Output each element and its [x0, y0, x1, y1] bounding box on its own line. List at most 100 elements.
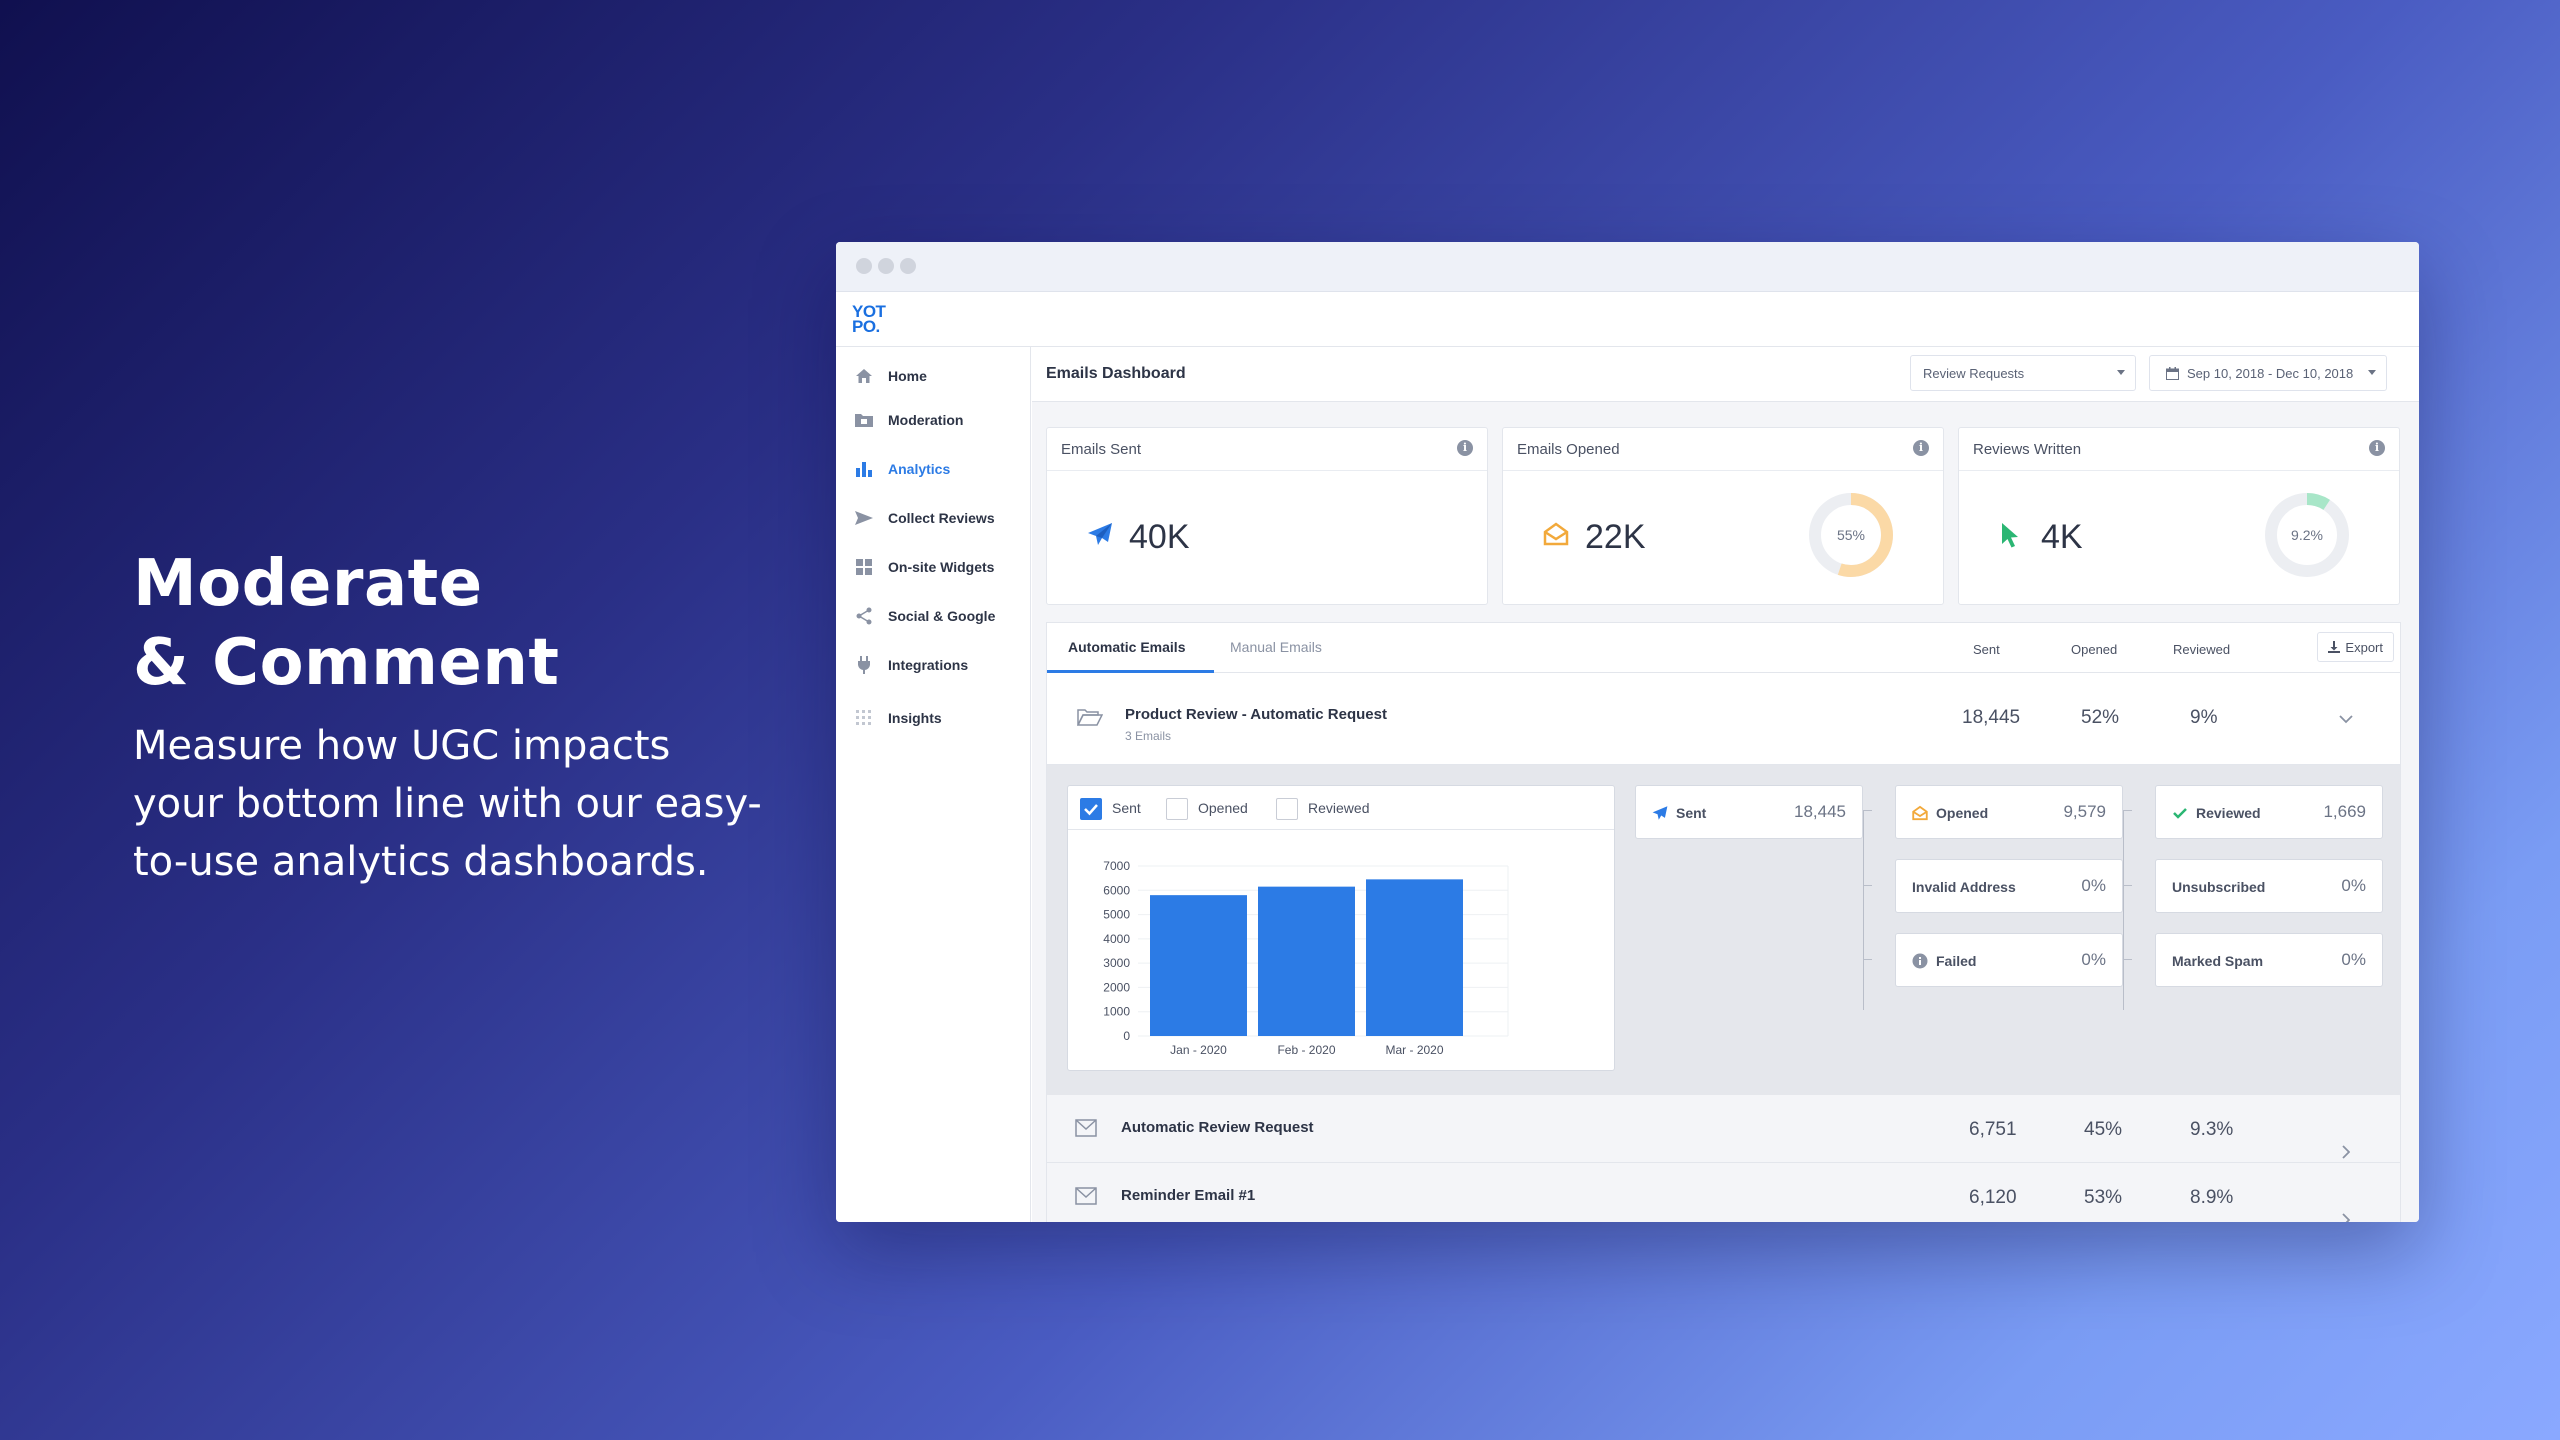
main-content: Emails Dashboard Review Requests Sep 10,… — [1032, 347, 2419, 1222]
info-icon[interactable]: i — [1913, 440, 1929, 456]
sidebar-item-label: Moderation — [888, 412, 964, 428]
sidebar-item-analytics[interactable]: Analytics — [854, 454, 1024, 484]
sidebar-item-onsite-widgets[interactable]: On-site Widgets — [854, 552, 1024, 582]
sidebar-item-integrations[interactable]: Integrations — [854, 650, 1024, 680]
sidebar-item-social-google[interactable]: Social & Google — [854, 601, 1024, 631]
app-window: YOT PO. Home Moderation Analytics Collec… — [836, 242, 2419, 1222]
open-envelope-icon — [1543, 522, 1571, 550]
request-type-dropdown[interactable]: Review Requests — [1910, 355, 2136, 391]
stat-label: Sent — [1676, 805, 1707, 821]
folder-open-icon — [1076, 707, 1104, 732]
email-sent-value: 6,751 — [1969, 1119, 2017, 1140]
yotpo-logo[interactable]: YOT PO. — [852, 303, 886, 336]
card-title: Emails Opened — [1517, 441, 1620, 458]
stat-label: Opened — [1936, 805, 1989, 821]
legend-label-opened: Opened — [1198, 800, 1248, 816]
email-group-row[interactable]: Product Review - Automatic Request 3 Ema… — [1047, 673, 2400, 765]
sidebar-item-collect-reviews[interactable]: Collect Reviews — [854, 503, 1024, 533]
stat-failed: Failed 0% — [1895, 933, 2123, 987]
window-close-dot[interactable] — [856, 258, 872, 274]
card-value: 4K — [2041, 518, 2083, 556]
opened-checkbox[interactable] — [1166, 798, 1188, 820]
info-icon[interactable]: i — [2369, 440, 2385, 456]
stat-label: Failed — [1936, 953, 1977, 969]
chart-legend: Sent Opened Reviewed — [1068, 786, 1614, 830]
date-range-value: Sep 10, 2018 - Dec 10, 2018 — [2187, 365, 2354, 381]
stat-invalid-address: Invalid Address 0% — [1895, 859, 2123, 913]
sidebar-item-label: Collect Reviews — [888, 510, 995, 526]
logo-line2: PO. — [852, 317, 880, 336]
y-tick-label: 3000 — [1103, 956, 1130, 970]
y-tick-label: 1000 — [1103, 1005, 1130, 1019]
chevron-down-icon — [2117, 370, 2125, 375]
tab-manual-emails[interactable]: Manual Emails — [1230, 639, 1322, 655]
hero-title-line2: & Comment — [133, 626, 560, 700]
info-icon[interactable]: i — [1457, 440, 1473, 456]
sidebar-item-home[interactable]: Home — [854, 361, 1024, 391]
sidebar-item-label: Integrations — [888, 657, 969, 673]
chevron-down-icon[interactable] — [2339, 711, 2353, 729]
chevron-right-icon[interactable] — [2342, 1145, 2351, 1164]
email-reviewed-value: 8.9% — [2190, 1187, 2234, 1208]
group-detail-area: Sent Opened Reviewed 0 1000 2000 3000 4000 50… — [1047, 765, 2400, 1095]
date-range-picker[interactable]: Sep 10, 2018 - Dec 10, 2018 — [2149, 355, 2387, 391]
stat-value: 0% — [2081, 876, 2106, 895]
window-maximize-dot[interactable] — [900, 258, 916, 274]
legend-label-reviewed: Reviewed — [1308, 800, 1370, 816]
y-tick-label: 0 — [1123, 1029, 1130, 1043]
card-header: Reviews Written i — [1959, 428, 2399, 471]
share-icon — [854, 606, 874, 626]
tab-automatic-emails[interactable]: Automatic Emails — [1068, 639, 1185, 655]
email-row[interactable]: Reminder Email #1 6,120 53% 8.9% — [1047, 1163, 2400, 1222]
connector-line — [2123, 810, 2132, 811]
cursor-icon — [1999, 522, 2027, 550]
hero: Moderate & Comment Measure how UGC impac… — [133, 545, 773, 891]
stat-value: 9,579 — [2063, 802, 2106, 821]
connector-line — [1863, 959, 1872, 960]
window-minimize-dot[interactable] — [878, 258, 894, 274]
chevron-down-icon — [2368, 370, 2376, 375]
grid-icon — [854, 708, 874, 728]
email-title: Automatic Review Request — [1121, 1119, 1314, 1136]
donut-label: 9.2% — [2291, 527, 2323, 543]
email-title: Reminder Email #1 — [1121, 1187, 1256, 1204]
sidebar: Home Moderation Analytics Collect Review… — [836, 347, 1031, 1222]
dashboard-topbar: Emails Dashboard Review Requests Sep 10,… — [1032, 347, 2419, 402]
info-icon — [1912, 953, 1928, 969]
y-tick-label: 4000 — [1103, 932, 1130, 946]
group-opened-value: 52% — [2081, 707, 2120, 728]
sidebar-item-label: Insights — [888, 710, 942, 726]
kpi-card-emails-opened: Emails Opened i 22K 55% — [1502, 427, 1944, 605]
export-button[interactable]: Export — [2317, 632, 2394, 662]
chevron-right-icon[interactable] — [2342, 1213, 2351, 1222]
card-header: Emails Opened i — [1503, 428, 1943, 471]
x-tick-label: Mar - 2020 — [1385, 1043, 1443, 1057]
hero-subtitle: Measure how UGC impacts your bottom line… — [133, 723, 762, 885]
y-tick-label: 2000 — [1103, 980, 1130, 994]
sent-checkbox[interactable] — [1080, 798, 1102, 820]
connector-line — [1863, 885, 1872, 886]
reviewed-checkbox[interactable] — [1276, 798, 1298, 820]
sidebar-item-label: On-site Widgets — [888, 559, 995, 575]
hero-title: Moderate & Comment — [133, 545, 773, 703]
sidebar-item-insights[interactable]: Insights — [854, 703, 1024, 733]
card-header: Emails Sent i — [1047, 428, 1487, 471]
group-title: Product Review - Automatic Request — [1125, 706, 1387, 723]
stat-label: Marked Spam — [2172, 953, 2264, 969]
stat-label: Reviewed — [2196, 805, 2261, 821]
opened-rate-donut: 55% — [1809, 493, 1893, 577]
stat-unsubscribed: Unsubscribed 0% — [2155, 859, 2383, 913]
column-header-sent: Sent — [1973, 642, 2000, 657]
email-row[interactable]: Automatic Review Request 6,751 45% 9.3% — [1047, 1095, 2400, 1163]
connector-line — [2123, 810, 2124, 1010]
kpi-card-emails-sent: Emails Sent i 40K — [1046, 427, 1488, 605]
widgets-icon — [854, 557, 874, 577]
sidebar-item-moderation[interactable]: Moderation — [854, 405, 1024, 435]
paper-plane-icon — [1652, 805, 1668, 821]
check-icon — [1084, 804, 1098, 816]
request-type-value: Review Requests — [1923, 365, 2025, 381]
download-icon — [2328, 641, 2341, 653]
card-title: Reviews Written — [1973, 441, 2082, 458]
sidebar-item-label: Home — [888, 368, 927, 384]
group-sent-value: 18,445 — [1962, 707, 2021, 728]
